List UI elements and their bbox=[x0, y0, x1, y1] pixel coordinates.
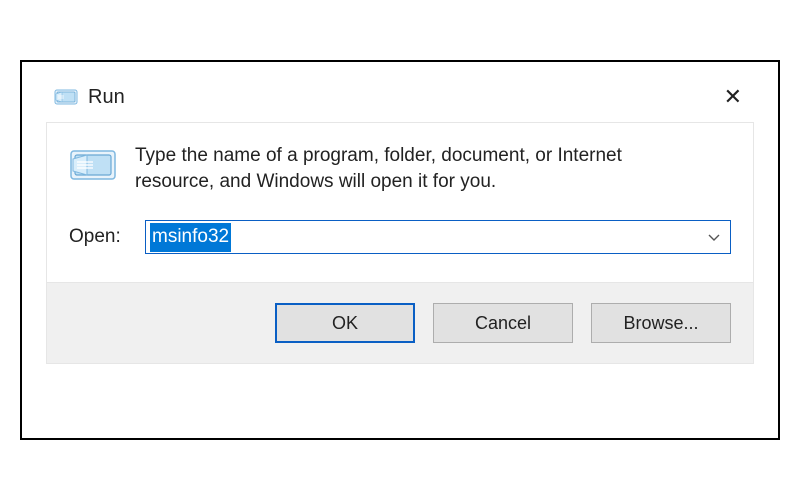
open-label: Open: bbox=[69, 226, 127, 248]
cancel-button[interactable]: Cancel bbox=[433, 303, 573, 343]
description-row: Type the name of a program, folder, docu… bbox=[69, 143, 731, 194]
run-icon bbox=[54, 87, 78, 107]
dialog-content: Type the name of a program, folder, docu… bbox=[46, 122, 754, 283]
run-dialog-window: Run ✕ Type the name of a program, folder… bbox=[20, 60, 780, 440]
open-input-value: msinfo32 bbox=[150, 223, 231, 252]
description-text: Type the name of a program, folder, docu… bbox=[135, 143, 655, 194]
run-icon-large bbox=[69, 145, 117, 185]
browse-button[interactable]: Browse... bbox=[591, 303, 731, 343]
open-row: Open: msinfo32 bbox=[69, 220, 731, 254]
chevron-down-icon[interactable] bbox=[704, 229, 724, 245]
button-bar: OK Cancel Browse... bbox=[46, 283, 754, 364]
window-title: Run bbox=[88, 86, 125, 109]
open-combobox[interactable]: msinfo32 bbox=[145, 220, 731, 254]
titlebar: Run ✕ bbox=[46, 82, 754, 122]
close-button[interactable]: ✕ bbox=[718, 84, 748, 110]
title-left: Run bbox=[54, 86, 125, 109]
open-input[interactable]: msinfo32 bbox=[150, 223, 704, 252]
ok-button[interactable]: OK bbox=[275, 303, 415, 343]
